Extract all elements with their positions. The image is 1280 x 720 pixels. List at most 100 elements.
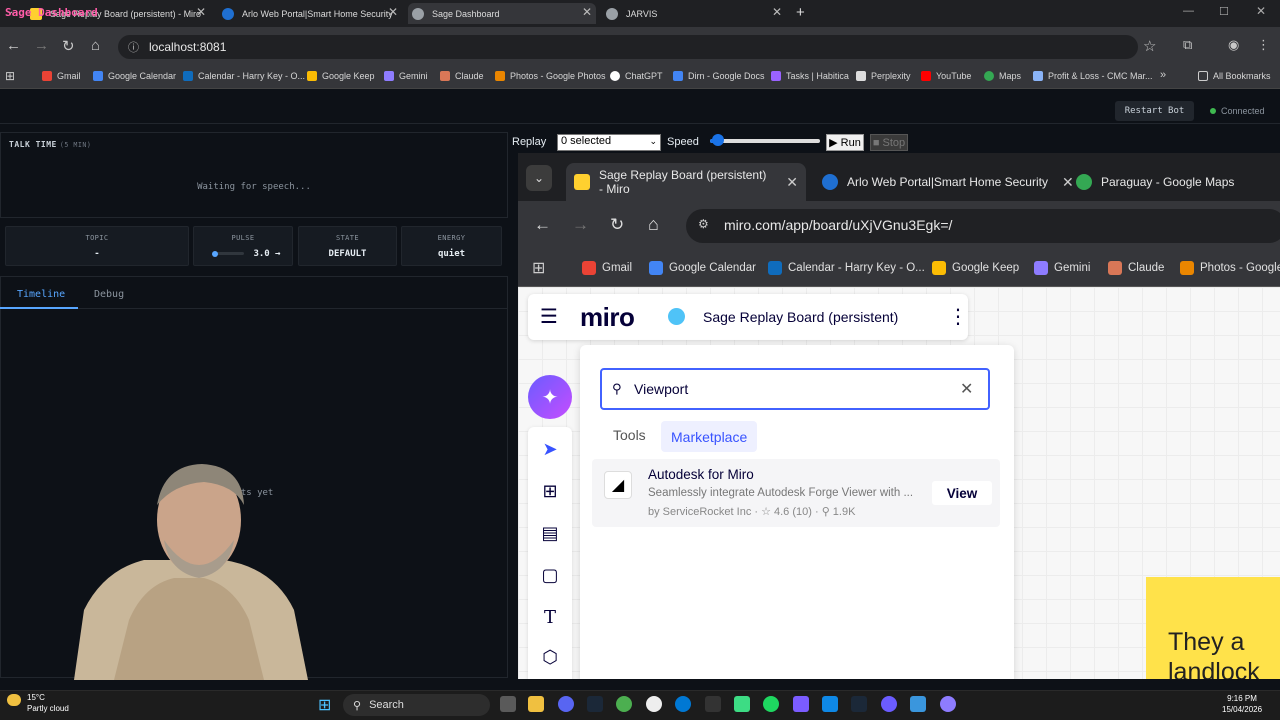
- bookmark-perplexity[interactable]: Perplexity: [856, 71, 911, 81]
- menu-icon[interactable]: ⋮: [1257, 37, 1270, 53]
- extensions-icon[interactable]: ⧉: [1183, 37, 1192, 53]
- tab-timeline[interactable]: Timeline: [0, 282, 78, 309]
- forward-icon[interactable]: →: [34, 37, 49, 54]
- tab-debug[interactable]: Debug: [80, 282, 140, 309]
- photos-icon[interactable]: [822, 696, 838, 712]
- bookmark-google-photos[interactable]: Photos - Google Photos: [495, 71, 606, 81]
- app-icon[interactable]: [881, 696, 897, 712]
- file-explorer-icon[interactable]: [528, 696, 544, 712]
- more-options-icon[interactable]: ⋮: [948, 304, 968, 329]
- apps-grid-icon[interactable]: ⊞: [5, 69, 15, 83]
- bookmark-gemini[interactable]: Gemini: [384, 71, 428, 81]
- tab-tools[interactable]: Tools: [613, 427, 646, 443]
- reload-icon[interactable]: ↻: [610, 215, 624, 235]
- bookmark-youtube[interactable]: YouTube: [921, 71, 971, 81]
- replay-select[interactable]: 0 selected ⌄: [557, 134, 661, 151]
- bookmark-gmail[interactable]: Gmail: [42, 71, 81, 81]
- text-tool-icon[interactable]: T: [538, 607, 562, 631]
- new-tab-icon[interactable]: +: [796, 4, 805, 21]
- close-tab-icon[interactable]: ✕: [772, 5, 782, 19]
- restart-bot-button[interactable]: Restart Bot: [1115, 101, 1194, 121]
- tab-search-icon[interactable]: ⌄: [526, 165, 552, 191]
- inner-tab-arlo[interactable]: Arlo Web Portal|Smart Home Security ✕: [822, 163, 1074, 201]
- bookmark-google-keep[interactable]: Google Keep: [932, 261, 1019, 275]
- weather-widget[interactable]: 15°C Partly cloud: [5, 692, 69, 714]
- notepad-icon[interactable]: [910, 696, 926, 712]
- ai-sparkle-button[interactable]: ✦: [528, 375, 572, 419]
- discord-icon[interactable]: [558, 696, 574, 712]
- edge-icon[interactable]: [675, 696, 691, 712]
- app-icon[interactable]: [646, 696, 662, 712]
- bookmark-outlook-calendar[interactable]: Calendar - Harry Key - O...: [183, 71, 305, 81]
- browser-tab-sage-dashboard[interactable]: Sage Dashboard ✕: [408, 3, 596, 24]
- home-icon[interactable]: ⌂: [91, 37, 100, 54]
- forward-icon[interactable]: →: [572, 215, 589, 235]
- globe-icon[interactable]: [668, 308, 685, 325]
- apps-grid-icon[interactable]: ⊞: [532, 258, 545, 278]
- bookmark-maps[interactable]: Maps: [984, 71, 1021, 81]
- speed-slider[interactable]: [710, 139, 820, 143]
- inner-tab-miro[interactable]: Sage Replay Board (persistent) - Miro ✕: [566, 163, 806, 201]
- terminal-icon[interactable]: [705, 696, 721, 712]
- clear-search-icon[interactable]: ✕: [960, 379, 973, 399]
- close-tab-icon[interactable]: ✕: [582, 5, 592, 19]
- bookmark-gmail[interactable]: Gmail: [582, 261, 632, 275]
- minimize-icon[interactable]: —: [1183, 5, 1194, 17]
- back-icon[interactable]: ←: [6, 37, 21, 54]
- browser-tab-jarvis[interactable]: JARVIS ✕: [602, 3, 786, 24]
- speed-slider-thumb[interactable]: [712, 134, 724, 146]
- close-tab-icon[interactable]: ✕: [196, 5, 206, 19]
- run-button[interactable]: ▶ Run: [826, 134, 864, 151]
- bookmark-cmc-markets[interactable]: Profit & Loss - CMC Mar...: [1033, 71, 1153, 81]
- address-bar[interactable]: ⓘ localhost:8081: [118, 35, 1138, 59]
- close-tab-icon[interactable]: ✕: [1062, 174, 1074, 191]
- bookmark-star-icon[interactable]: ☆: [1143, 37, 1156, 55]
- taskbar-search[interactable]: ⚲ Search: [343, 694, 490, 716]
- shapes-icon[interactable]: ⬡: [538, 647, 562, 671]
- steam-icon[interactable]: [851, 696, 867, 712]
- chrome-icon[interactable]: [616, 696, 632, 712]
- layout-icon[interactable]: ▤: [538, 523, 562, 547]
- bookmark-habitica[interactable]: Tasks | Habitica: [771, 71, 849, 81]
- bookmark-google-photos[interactable]: Photos - Google: [1180, 261, 1280, 275]
- close-tab-icon[interactable]: ✕: [388, 5, 398, 19]
- spotify-icon[interactable]: [763, 696, 779, 712]
- hamburger-menu-icon[interactable]: ☰: [540, 304, 558, 329]
- app-icon[interactable]: [940, 696, 956, 712]
- tab-marketplace[interactable]: Marketplace: [661, 421, 758, 452]
- profile-icon[interactable]: ◉: [1228, 37, 1239, 53]
- chevron-double-right-icon[interactable]: »: [1160, 69, 1166, 81]
- bookmark-outlook-calendar[interactable]: Calendar - Harry Key - O...: [768, 261, 925, 275]
- bookmark-gemini[interactable]: Gemini: [1034, 261, 1090, 275]
- bookmark-google-keep[interactable]: Google Keep: [307, 71, 375, 81]
- bookmark-claude[interactable]: Claude: [440, 71, 484, 81]
- reload-icon[interactable]: ↻: [62, 37, 75, 55]
- info-icon[interactable]: ⓘ: [128, 39, 139, 55]
- select-cursor-icon[interactable]: ➤: [538, 439, 562, 463]
- app-icon[interactable]: [793, 696, 809, 712]
- sticky-note-icon[interactable]: ▢: [538, 565, 562, 589]
- site-settings-icon[interactable]: ⚙: [698, 217, 709, 231]
- bookmark-google-calendar[interactable]: Google Calendar: [649, 261, 756, 275]
- bookmark-google-calendar[interactable]: Google Calendar: [93, 71, 176, 81]
- all-bookmarks-folder[interactable]: All Bookmarks: [1198, 71, 1271, 81]
- templates-icon[interactable]: ⊞: [538, 481, 562, 505]
- android-icon[interactable]: [734, 696, 750, 712]
- bookmark-google-docs[interactable]: Dirn - Google Docs: [673, 71, 765, 81]
- inner-tab-maps[interactable]: Paraguay - Google Maps: [1076, 163, 1234, 201]
- board-name[interactable]: Sage Replay Board (persistent): [703, 309, 898, 325]
- browser-tab-arlo[interactable]: Arlo Web Portal|Smart Home Security ✕: [218, 3, 402, 24]
- taskbar-clock[interactable]: 9:16 PM 15/04/2026: [1222, 693, 1262, 715]
- windows-start-icon[interactable]: ⊞: [318, 695, 331, 715]
- stop-button[interactable]: ■ Stop: [870, 134, 908, 151]
- close-tab-icon[interactable]: ✕: [786, 174, 798, 191]
- home-icon[interactable]: ⌂: [648, 214, 659, 235]
- bookmark-claude[interactable]: Claude: [1108, 261, 1164, 275]
- view-button[interactable]: View: [932, 481, 992, 505]
- steam-icon[interactable]: [587, 696, 603, 712]
- back-icon[interactable]: ←: [534, 215, 551, 235]
- maximize-icon[interactable]: ☐: [1219, 5, 1229, 18]
- window-close-icon[interactable]: ✕: [1256, 4, 1266, 18]
- task-view-icon[interactable]: [500, 696, 516, 712]
- bookmark-chatgpt[interactable]: ChatGPT: [610, 71, 663, 81]
